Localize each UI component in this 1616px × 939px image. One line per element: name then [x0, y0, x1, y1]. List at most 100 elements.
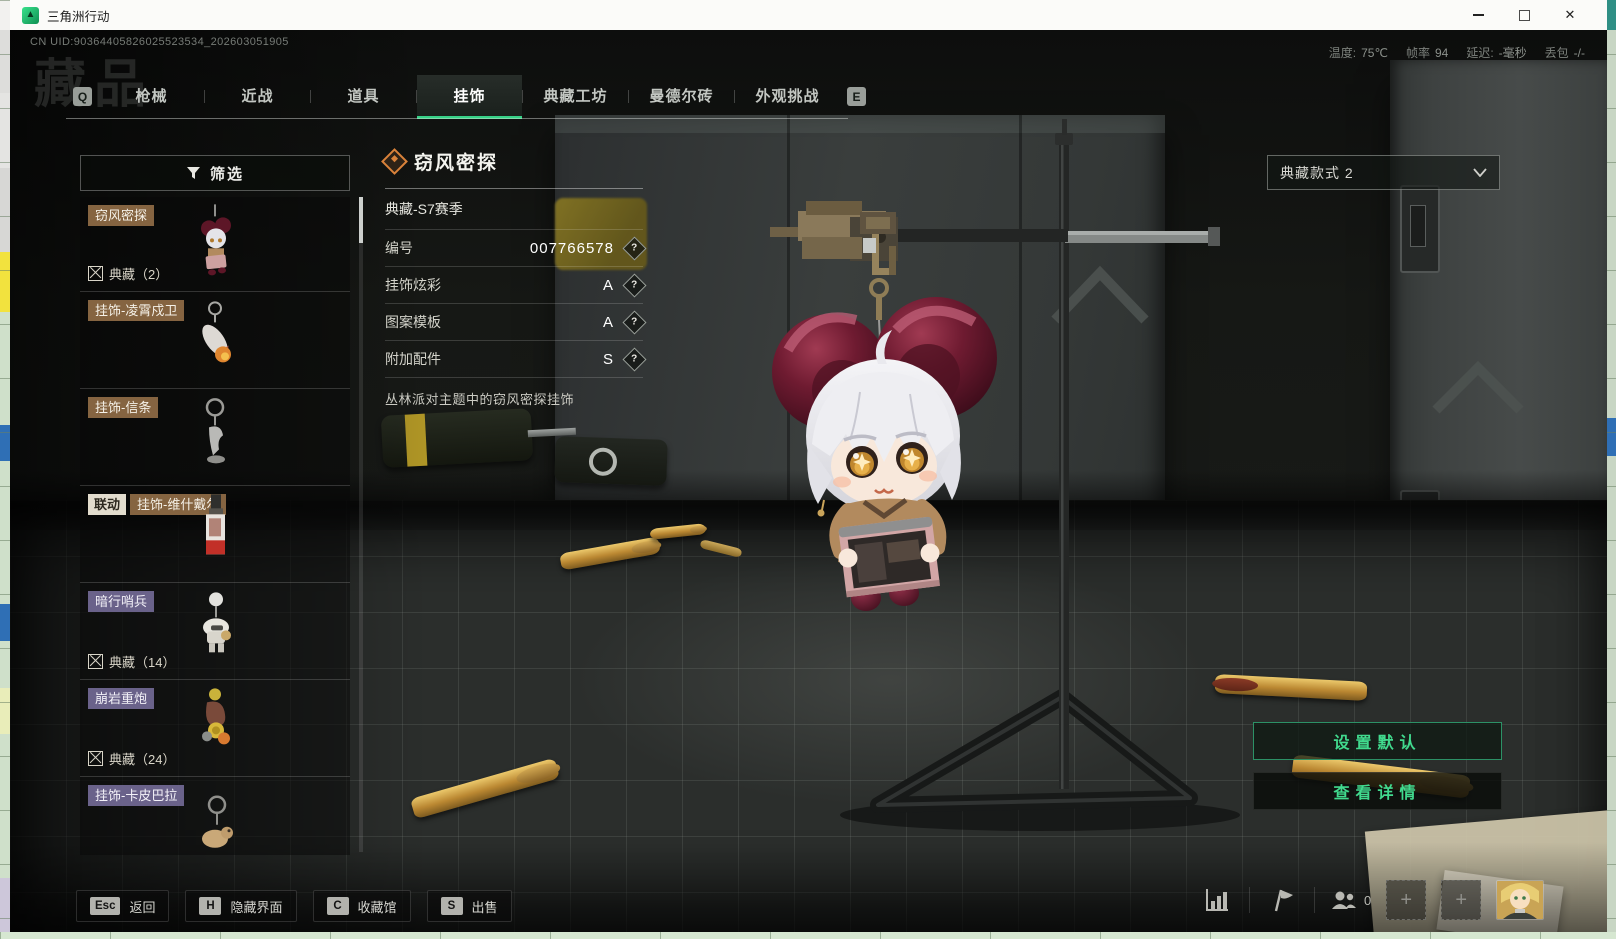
item-name-badge: 挂饰-凌霄戍卫: [88, 300, 185, 321]
filter-label: 筛选: [209, 165, 244, 183]
social-button[interactable]: 0: [1330, 888, 1371, 912]
item-thumbnail: [205, 398, 225, 464]
charm-list-item[interactable]: 联动 挂饰-维什戴尔: [80, 486, 350, 583]
desktop-accent: [1607, 0, 1616, 30]
titlebar-spacer: [1593, 0, 1607, 30]
tab-charms[interactable]: 挂饰: [417, 75, 522, 119]
collection-count: 典藏（2）: [88, 264, 168, 283]
minimize-button[interactable]: [1455, 0, 1501, 30]
tab-cycle-left-key: Q: [73, 87, 92, 106]
tab-firearms[interactable]: 枪械: [99, 75, 204, 118]
item-name-badge: 窃风密探: [88, 205, 155, 226]
detail-row-pattern: 图案模板 A ?: [385, 304, 647, 341]
add-slot-button[interactable]: +: [1386, 880, 1427, 920]
tab-items[interactable]: 道具: [311, 75, 416, 118]
collection-icon: [88, 654, 103, 669]
icon-separator: [1314, 887, 1315, 913]
hint-collection-hall[interactable]: C 收藏馆: [312, 890, 411, 922]
auction-flag-button[interactable]: [1265, 883, 1299, 917]
player-avatar[interactable]: [1496, 880, 1545, 920]
collection-icon: [88, 266, 103, 281]
tab-appearance-challenge[interactable]: 外观挑战: [735, 75, 840, 118]
detail-row-serial: 编号 007766578 ?: [385, 230, 647, 267]
close-button[interactable]: ✕: [1547, 0, 1593, 30]
charm-list-item[interactable]: 挂饰-信条: [80, 389, 350, 486]
avatar-image: [1497, 881, 1544, 919]
desktop-edge-right: [1607, 0, 1616, 932]
item-title: 窃风密探: [414, 153, 499, 174]
hint-hide-ui[interactable]: H 隐藏界面: [185, 890, 297, 922]
collection-count: 典藏（14）: [88, 652, 175, 671]
item-name-badge: 挂饰-信条: [88, 397, 159, 418]
stats-chart-button[interactable]: [1200, 883, 1234, 917]
window-title: 三角洲行动: [47, 9, 110, 24]
window-titlebar: ▲ 三角洲行动 ✕: [10, 0, 1607, 31]
hotkey-hints: Esc 返回 H 隐藏界面 C 收藏馆 S 出售: [76, 890, 512, 922]
detail-row-colorway: 挂饰炫彩 A ?: [385, 267, 647, 304]
perf-stat: 丢包 -/-: [1544, 46, 1585, 60]
charm-list-item[interactable]: 挂饰-凌霄戍卫: [80, 292, 350, 389]
maximize-button[interactable]: [1501, 0, 1547, 30]
detail-row-accessory: 附加配件 S ?: [385, 341, 647, 378]
detail-header: 窃风密探: [381, 148, 643, 189]
bottle-prop: [554, 436, 668, 486]
maximize-icon: [1518, 9, 1530, 21]
tab-mandel-brick[interactable]: 曼德尔砖: [629, 75, 734, 118]
charm-list-item[interactable]: 挂饰-卡皮巴拉: [80, 777, 350, 855]
item-thumbnail: [202, 301, 231, 363]
desktop-edge-left: [0, 0, 10, 939]
charm-list: 窃风密探 典藏（2） 挂饰-凌霄戍卫 挂饰-信条 联动 挂饰-维什戴尔 暗行哨兵…: [80, 197, 350, 855]
rarity-diamond-icon: [381, 148, 408, 175]
filter-button[interactable]: 筛选: [80, 155, 350, 191]
item-thumbnail: [206, 494, 225, 555]
game-window: CN UID:90364405826025523534_202603051905…: [10, 30, 1607, 932]
scrollbar-thumb[interactable]: [359, 197, 363, 243]
view-details-button[interactable]: 查看详情: [1253, 772, 1502, 810]
list-scrollbar[interactable]: [359, 197, 363, 852]
help-icon[interactable]: ?: [622, 346, 647, 372]
window-controls: ✕: [1455, 0, 1607, 30]
charm-3d-model: [772, 212, 997, 611]
collection-icon: [88, 751, 103, 766]
category-tabbar: Q 枪械 近战 道具 挂饰 典藏工坊 曼德尔砖 外观挑战 E: [66, 75, 873, 119]
collab-badge: 联动: [88, 494, 127, 515]
chevron-down-icon: [1473, 168, 1487, 177]
icon-separator: [1249, 887, 1250, 913]
tab-collection-workshop[interactable]: 典藏工坊: [523, 75, 628, 118]
bottom-right-bar: 0 + +: [1200, 880, 1545, 920]
minimize-icon: [1472, 14, 1484, 16]
item-thumbnail: [202, 795, 233, 848]
item-name-badge: 挂饰-卡皮巴拉: [88, 785, 185, 806]
item-description: 丛林派对主题中的窃风密探挂饰: [385, 392, 575, 407]
desktop-edge-bottom: [0, 932, 1616, 939]
flag-icon: [1274, 889, 1293, 912]
collection-count: 典藏（24）: [88, 749, 175, 768]
app-logo-icon: ▲: [22, 6, 39, 24]
help-icon[interactable]: ?: [622, 235, 647, 261]
perf-stat: 帧率 94: [1405, 46, 1449, 60]
perf-stat: 温度: 75℃: [1328, 46, 1388, 60]
crate-latch: [1400, 185, 1440, 273]
screen: ▲ 三角洲行动 ✕ CN UID:90364405826025523534_20…: [0, 0, 1616, 939]
charm-list-item[interactable]: 暗行哨兵 典藏（14）: [80, 583, 350, 680]
item-name-badge: 暗行哨兵: [88, 591, 155, 612]
people-icon: [1332, 891, 1356, 909]
charm-list-item[interactable]: 窃风密探 典藏（2）: [80, 197, 350, 292]
tab-melee[interactable]: 近战: [205, 75, 310, 118]
add-slot-button[interactable]: +: [1441, 880, 1482, 920]
help-icon[interactable]: ?: [622, 272, 647, 298]
style-dropdown-value: 典藏款式 2: [1280, 164, 1354, 181]
filter-funnel-icon: [186, 166, 200, 179]
tab-cycle-right-key: E: [847, 87, 866, 106]
chevron-marking: [1432, 360, 1524, 414]
style-dropdown[interactable]: 典藏款式 2: [1267, 155, 1500, 190]
hint-back[interactable]: Esc 返回: [76, 890, 170, 922]
social-count: 0: [1364, 892, 1372, 908]
item-thumbnail: [202, 688, 230, 745]
item-thumbnail: [203, 592, 231, 653]
help-icon[interactable]: ?: [622, 309, 647, 335]
desktop-gridlines: [1607, 0, 1616, 932]
hint-sell[interactable]: S 出售: [426, 890, 512, 922]
set-default-button[interactable]: 设置默认: [1253, 722, 1502, 760]
charm-list-item[interactable]: 崩岩重炮 典藏（24）: [80, 680, 350, 777]
